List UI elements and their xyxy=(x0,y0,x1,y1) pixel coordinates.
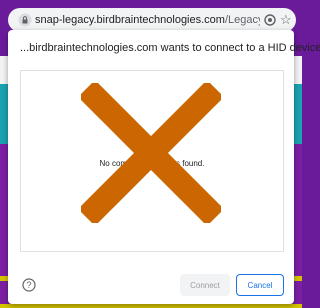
svg-text:?: ? xyxy=(26,280,31,290)
address-bar[interactable]: snap-legacy.birdbraintechnologies.com/Le… xyxy=(8,8,296,32)
x-mark-icon xyxy=(81,83,221,223)
device-list: No compatible devices found. xyxy=(20,70,284,252)
hid-device-icon[interactable] xyxy=(263,13,277,27)
cancel-button[interactable]: Cancel xyxy=(236,274,284,296)
url-text[interactable]: snap-legacy.birdbraintechnologies.com/Le… xyxy=(35,13,260,27)
page-divider-bottom xyxy=(0,304,302,308)
bookmark-star-icon[interactable]: ☆ xyxy=(280,12,292,28)
url-path: /LegacySnap.ht... xyxy=(224,14,260,26)
url-host: snap-legacy.birdbraintechnologies.com xyxy=(35,14,225,26)
dialog-title: ...birdbraintechnologies.com wants to co… xyxy=(20,42,320,54)
help-icon[interactable]: ? xyxy=(22,278,36,292)
hid-chooser-dialog: ...birdbraintechnologies.com wants to co… xyxy=(8,30,320,304)
site-info-icon[interactable] xyxy=(18,13,32,27)
connect-button[interactable]: Connect xyxy=(180,274,230,296)
